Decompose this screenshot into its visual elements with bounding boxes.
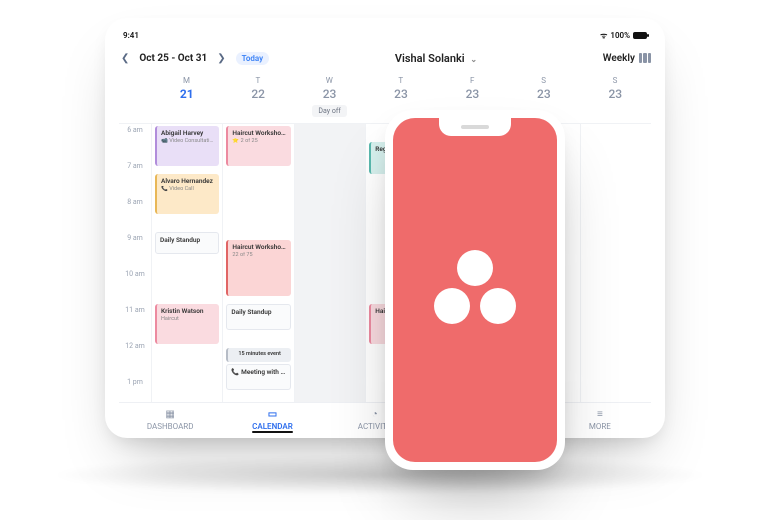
phone-screen bbox=[393, 118, 557, 462]
battery-icon bbox=[633, 32, 647, 39]
view-mode-label: Weekly bbox=[603, 53, 635, 64]
day-header-row: M 21 T 22 W 23 Day off T 23 F 23 S 23 S … bbox=[119, 72, 651, 124]
user-name: Vishal Solanki bbox=[395, 52, 465, 65]
calendar-icon: ▭ bbox=[268, 410, 277, 420]
user-switcher[interactable]: Vishal Solanki ⌄ bbox=[277, 52, 595, 65]
day-number: 21 bbox=[151, 87, 222, 101]
nav-dashboard[interactable]: ▦ DASHBOARD bbox=[119, 410, 221, 431]
hour-label: 7 am bbox=[119, 160, 151, 196]
calendar-event[interactable]: Haircut Workshops 22 of 75 bbox=[226, 240, 290, 296]
day-header[interactable]: T 22 bbox=[222, 72, 293, 123]
event-title: Daily Standup bbox=[160, 236, 214, 244]
dow-label: S bbox=[580, 76, 651, 85]
dow-label: S bbox=[508, 76, 579, 85]
day-number: 22 bbox=[222, 87, 293, 101]
day-number: 23 bbox=[437, 87, 508, 101]
day-column-wed[interactable] bbox=[294, 124, 365, 402]
day-header[interactable]: W 23 Day off bbox=[294, 72, 365, 123]
dayoff-pill: Day off bbox=[312, 105, 346, 117]
calendar-event[interactable]: Daily Standup bbox=[226, 304, 290, 330]
day-number: 23 bbox=[580, 87, 651, 101]
calendar-event[interactable]: Daily Standup bbox=[155, 232, 219, 254]
phone-notch bbox=[439, 118, 511, 136]
hour-label: 9 am bbox=[119, 232, 151, 268]
dow-label: T bbox=[222, 76, 293, 85]
view-mode-button[interactable]: Weekly bbox=[603, 53, 651, 64]
event-title: Haircut Workshops bbox=[232, 243, 286, 251]
nav-calendar[interactable]: ▭ CALENDAR bbox=[221, 410, 323, 431]
calendar-event[interactable]: Kristin Watson Haircut bbox=[155, 304, 219, 344]
day-number: 23 bbox=[508, 87, 579, 101]
event-sub: 📞 Video Call bbox=[161, 186, 215, 193]
event-title: Abigail Harvey bbox=[161, 129, 215, 137]
app-logo-icon bbox=[430, 250, 520, 330]
event-sub: Haircut bbox=[161, 316, 215, 323]
floor-shadow bbox=[50, 455, 710, 495]
status-bar: 9:41 ᯤ 100% bbox=[119, 28, 651, 44]
day-header[interactable]: S 23 bbox=[580, 72, 651, 123]
day-column-mon[interactable]: Abigail Harvey 📹 Video Consultations Alv… bbox=[151, 124, 222, 402]
event-title: Daily Standup bbox=[231, 308, 285, 316]
event-sub: 📹 Video Consultations bbox=[161, 138, 215, 145]
columns-icon bbox=[639, 53, 651, 63]
hour-gutter: 6 am 7 am 8 am 9 am 10 am 11 am 12 am 1 … bbox=[119, 124, 151, 402]
dow-label: F bbox=[437, 76, 508, 85]
menu-icon: ≡ bbox=[597, 410, 603, 420]
today-button[interactable]: Today bbox=[236, 52, 270, 65]
event-title: Haircut Workshops bbox=[232, 129, 286, 137]
dow-label: M bbox=[151, 76, 222, 85]
event-sub: 22 of 75 bbox=[232, 252, 286, 259]
event-title: Kristin Watson bbox=[161, 307, 215, 315]
day-column-tue[interactable]: Haircut Workshops ⭐ 2 of 25 Haircut Work… bbox=[222, 124, 293, 402]
event-title: 📞 Meeting with Jo… bbox=[231, 368, 285, 376]
calendar-event[interactable]: 📞 Meeting with Jo… bbox=[226, 364, 290, 390]
phone-device bbox=[385, 110, 565, 470]
day-header[interactable]: M 21 bbox=[151, 72, 222, 123]
hour-label: 12 am bbox=[119, 340, 151, 376]
bell-icon: ◔ bbox=[372, 410, 378, 420]
day-number: 23 bbox=[365, 87, 436, 101]
dashboard-icon: ▦ bbox=[165, 410, 174, 420]
calendar-event[interactable]: Alvaro Hernandez 📞 Video Call bbox=[155, 174, 219, 214]
nav-label: MORE bbox=[589, 422, 611, 431]
date-range[interactable]: Oct 25 - Oct 31 bbox=[139, 53, 207, 64]
dow-label: T bbox=[365, 76, 436, 85]
prev-week-button[interactable]: ❮ bbox=[119, 51, 131, 66]
calendar-event[interactable]: 15 minutes event bbox=[226, 348, 290, 362]
day-number: 23 bbox=[294, 87, 365, 101]
calendar-header: ❮ Oct 25 - Oct 31 ❯ Today Vishal Solanki… bbox=[119, 44, 651, 72]
chevron-down-icon: ⌄ bbox=[470, 55, 477, 64]
calendar-event[interactable]: Haircut Workshops ⭐ 2 of 25 bbox=[226, 126, 290, 166]
event-sub: ⭐ 2 of 25 bbox=[232, 138, 286, 145]
hour-label: 10 am bbox=[119, 268, 151, 304]
hour-label: 11 am bbox=[119, 304, 151, 340]
next-week-button[interactable]: ❯ bbox=[215, 51, 227, 66]
dow-label: W bbox=[294, 76, 365, 85]
wifi-icon: ᯤ bbox=[600, 30, 607, 41]
day-column-sun[interactable] bbox=[580, 124, 651, 402]
status-time: 9:41 bbox=[123, 31, 139, 40]
calendar-event[interactable]: Abigail Harvey 📹 Video Consultations bbox=[155, 126, 219, 166]
hour-label: 6 am bbox=[119, 124, 151, 160]
event-title: 15 minutes event bbox=[232, 351, 286, 358]
battery-pct: 100% bbox=[610, 31, 630, 40]
hour-label: 8 am bbox=[119, 196, 151, 232]
nav-label: DASHBOARD bbox=[147, 422, 194, 431]
event-title: Alvaro Hernandez bbox=[161, 177, 215, 185]
hour-label: 1 pm bbox=[119, 376, 151, 402]
nav-label: CALENDAR bbox=[252, 422, 293, 431]
